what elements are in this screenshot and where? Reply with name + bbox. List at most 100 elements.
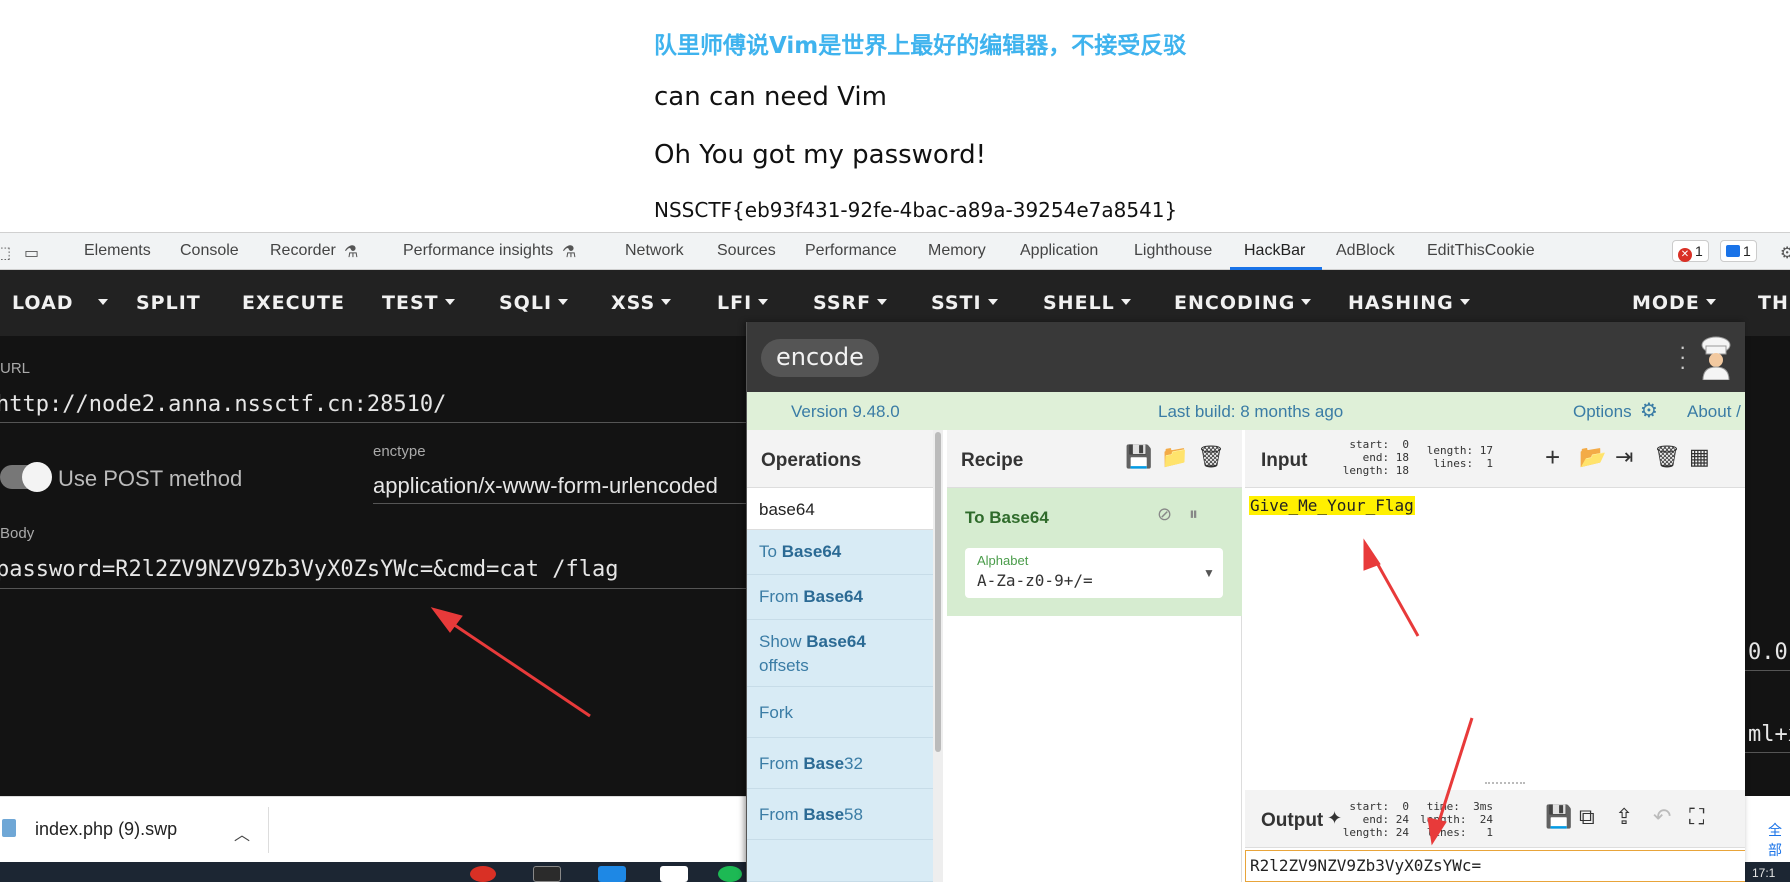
ssti-menu[interactable]: SSTI xyxy=(931,292,998,314)
xss-menu[interactable]: XSS xyxy=(611,292,672,314)
plus-icon[interactable]: + xyxy=(1545,442,1560,473)
tab-editthiscookie[interactable]: EditThisCookie xyxy=(1427,242,1535,260)
about-link[interactable]: About / xyxy=(1687,402,1741,422)
body-input[interactable]: password=R2l2ZV9NZV9Zb3VyX0ZsYWc=&cmd=ca… xyxy=(0,557,619,582)
trash-icon[interactable]: 🗑 xyxy=(1197,444,1225,470)
operation-from-base32[interactable]: From Base32 xyxy=(747,738,933,789)
operations-search-input[interactable]: base64 xyxy=(747,488,935,530)
tab-application[interactable]: Application xyxy=(1020,242,1098,260)
output-text[interactable]: R2l2ZV9NZV9Zb3VyX0ZsYWc= xyxy=(1245,850,1745,882)
recipe-operation[interactable]: To Base64 ⊘ ⏸ Alphabet A-Za-z0-9+/= ▼ xyxy=(947,488,1242,616)
encoding-menu[interactable]: ENCODING xyxy=(1174,292,1312,314)
mode-menu[interactable]: MODE xyxy=(1632,292,1716,314)
input-stats-position: start: 0 end: 18 length: 18 xyxy=(1342,438,1409,477)
scrollbar-thumb[interactable] xyxy=(935,432,941,752)
lfi-label: LFI xyxy=(717,292,753,314)
gear-icon[interactable]: ⚙ xyxy=(1640,401,1658,421)
downloads-bar: index.php (9).swp ︿ xyxy=(0,796,760,862)
inspect-icon[interactable]: ⬚ xyxy=(0,243,11,263)
output-stats-position: start: 0 end: 24 length: 24 xyxy=(1342,800,1409,839)
test-menu[interactable]: TEST xyxy=(382,292,455,314)
layout-icon[interactable]: ▦ xyxy=(1689,444,1710,470)
more-icon[interactable]: · · · xyxy=(1679,336,1686,378)
lfi-menu[interactable]: LFI xyxy=(717,292,769,314)
tab-elements[interactable]: Elements xyxy=(84,242,151,260)
post-method-toggle[interactable] xyxy=(0,462,52,492)
enctype-underline xyxy=(373,503,746,504)
cyberchef-title: encode xyxy=(761,339,879,377)
folder-icon[interactable]: 📂 xyxy=(1579,444,1606,470)
message-badge[interactable]: 1 xyxy=(1720,240,1757,262)
chevron-down-icon xyxy=(877,299,888,305)
tab-performance[interactable]: Performance xyxy=(805,242,897,260)
shell-menu[interactable]: SHELL xyxy=(1043,292,1131,314)
folder-icon[interactable]: 📁 xyxy=(1161,444,1188,470)
theme-menu[interactable]: THE xyxy=(1758,292,1790,314)
op-text: 58 xyxy=(844,805,863,824)
alphabet-label: Alphabet xyxy=(977,553,1029,568)
operation-fork[interactable]: Fork xyxy=(747,687,933,738)
operation-to-base64[interactable]: To Base64 xyxy=(747,530,933,575)
pause-icon[interactable]: ⏸ xyxy=(1189,504,1198,525)
app-icon[interactable] xyxy=(718,866,742,882)
options-link[interactable]: Options xyxy=(1573,402,1632,422)
split-button[interactable]: SPLIT xyxy=(136,292,201,314)
cyberchef-window: encode · · · Version 9.48.0 Last build: 8 … xyxy=(746,322,1745,882)
side-text-1: 0.0 xyxy=(1748,640,1788,665)
file-icon xyxy=(2,819,16,837)
save-icon[interactable]: 💾 xyxy=(1125,444,1152,470)
undo-icon[interactable]: ↶ xyxy=(1653,804,1671,830)
tab-console[interactable]: Console xyxy=(180,242,239,260)
alphabet-select[interactable]: Alphabet A-Za-z0-9+/= ▼ xyxy=(965,548,1223,598)
tab-recorder[interactable]: Recorder xyxy=(270,242,336,260)
chrome-icon[interactable] xyxy=(470,866,496,882)
error-badge[interactable]: ✕ 1 xyxy=(1672,240,1709,262)
url-input[interactable]: http://node2.anna.nssctf.cn:28510/ xyxy=(0,392,446,417)
app-icon[interactable] xyxy=(660,866,688,882)
flask-icon: ⚗ xyxy=(344,244,359,261)
chevron-up-icon[interactable]: ︿ xyxy=(234,821,250,845)
operation-from-base64[interactable]: From Base64 xyxy=(747,575,933,620)
tab-sources[interactable]: Sources xyxy=(717,242,776,260)
tab-network[interactable]: Network xyxy=(625,242,684,260)
tab-memory[interactable]: Memory xyxy=(928,242,986,260)
terminal-icon[interactable] xyxy=(533,866,561,882)
url-label: URL xyxy=(0,360,31,377)
encoding-label: ENCODING xyxy=(1174,292,1296,314)
input-text[interactable]: Give_Me_Your_Flag xyxy=(1249,496,1415,515)
operation-more[interactable] xyxy=(747,840,933,882)
copy-icon[interactable]: ⧉ xyxy=(1579,804,1595,830)
device-toolbar-icon[interactable]: ▭ xyxy=(24,243,39,263)
side-underline-1 xyxy=(1745,670,1790,671)
hashing-menu[interactable]: HASHING xyxy=(1348,292,1470,314)
load-button[interactable]: LOAD xyxy=(12,292,74,314)
input-title: Input xyxy=(1261,450,1308,471)
tab-hackbar[interactable]: HackBar xyxy=(1244,242,1305,260)
url-underline xyxy=(0,422,746,423)
alphabet-value: A-Za-z0-9+/= xyxy=(977,571,1093,590)
disable-icon[interactable]: ⊘ xyxy=(1157,504,1172,525)
tab-adblock[interactable]: AdBlock xyxy=(1336,242,1395,260)
show-all-link[interactable]: 全部 xyxy=(1748,808,1790,858)
load-dropdown[interactable] xyxy=(92,292,108,314)
operations-scrollbar[interactable] xyxy=(933,430,943,882)
execute-button[interactable]: EXECUTE xyxy=(242,292,345,314)
maximize-icon[interactable]: ⛶ xyxy=(1689,804,1704,830)
save-icon[interactable]: 💾 xyxy=(1545,804,1572,830)
sqli-menu[interactable]: SQLI xyxy=(499,292,569,314)
trash-icon[interactable]: 🗑 xyxy=(1653,444,1681,470)
resize-handle[interactable] xyxy=(1485,782,1525,785)
import-icon[interactable]: ⇥ xyxy=(1615,444,1633,470)
ssrf-menu[interactable]: SSRF xyxy=(813,292,888,314)
settings-icon[interactable]: ⚙ xyxy=(1780,243,1790,263)
app-icon[interactable] xyxy=(598,866,626,882)
tab-lighthouse[interactable]: Lighthouse xyxy=(1134,242,1212,260)
tab-performance-insights[interactable]: Performance insights xyxy=(403,242,553,260)
download-filename[interactable]: index.php (9).swp xyxy=(35,819,177,840)
operation-from-base58[interactable]: From Base58 xyxy=(747,789,933,840)
message-icon xyxy=(1726,245,1740,257)
chevron-down-icon[interactable]: ▼ xyxy=(1203,566,1215,580)
enctype-select[interactable]: application/x-www-form-urlencoded xyxy=(373,473,718,499)
operation-show-base64-offsets[interactable]: Show Base64 offsets xyxy=(747,620,933,687)
replace-input-icon[interactable]: ⇪ xyxy=(1615,804,1633,830)
